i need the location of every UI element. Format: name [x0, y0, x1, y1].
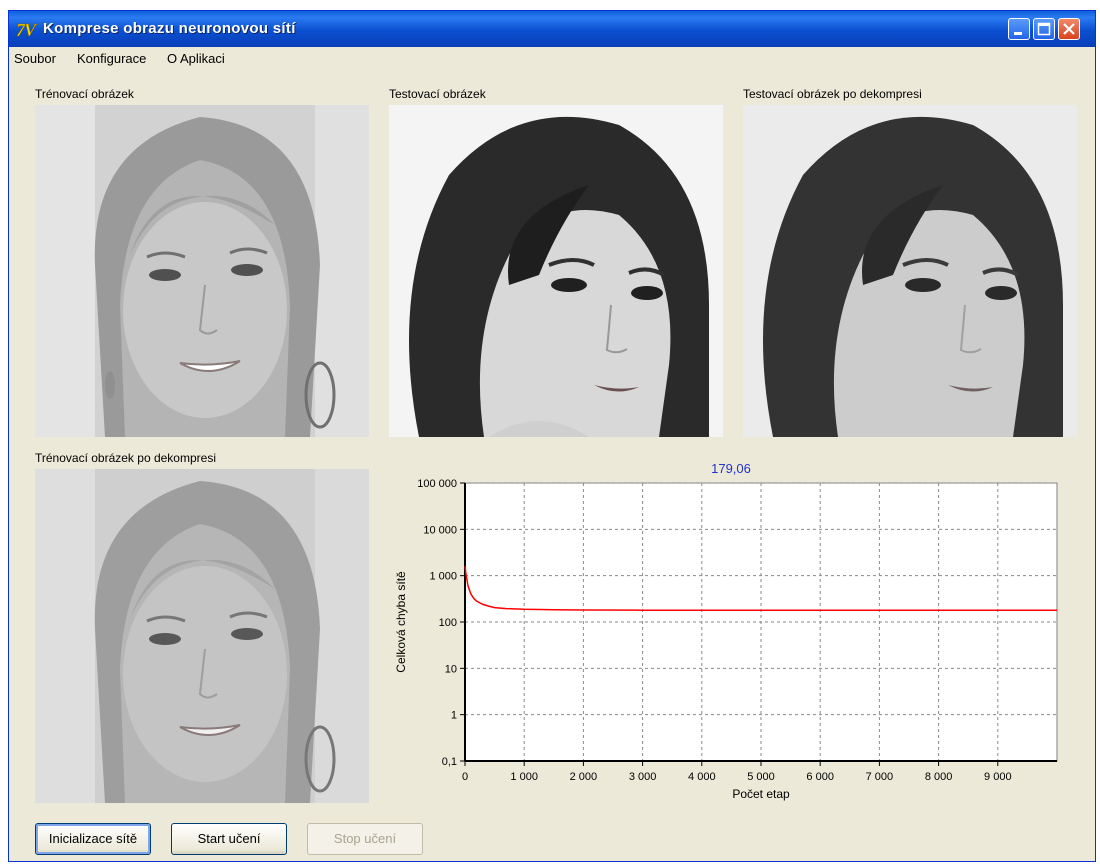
error-chart: 0 1 000 2 000 3 000 4 000 5 000 6 000 7 000 8 00…: [394, 461, 1058, 801]
x-tick-label: 2 000: [570, 771, 598, 783]
x-tick-label: 8 000: [925, 771, 953, 783]
y-axis-label: Celková chyba sítě: [394, 571, 408, 673]
x-axis-label: Počet etap: [732, 787, 790, 801]
app-window: 7 V Komprese obrazu neuronovou sítí Soub…: [8, 10, 1096, 862]
x-tick-label: 6 000: [806, 771, 834, 783]
y-tick-label: 0,1: [442, 756, 457, 768]
y-tick-label: 10 000: [423, 524, 457, 536]
chart-title: 179,06: [711, 461, 751, 476]
y-tick-label: 100: [439, 617, 457, 629]
x-tick-label: 9 000: [984, 771, 1012, 783]
x-tick-label: 5 000: [747, 771, 775, 783]
x-tick-label: 7 000: [866, 771, 894, 783]
init-network-button[interactable]: Inicializace sítě: [35, 823, 151, 855]
stop-learning-button[interactable]: Stop učení: [307, 823, 423, 855]
x-tick-label: 0: [462, 771, 468, 783]
y-tick-label: 1: [451, 710, 457, 722]
start-learning-button[interactable]: Start učení: [171, 823, 287, 855]
y-tick-label: 10: [445, 663, 457, 675]
y-tick-label: 1 000: [429, 571, 457, 583]
x-tick-label: 1 000: [510, 771, 538, 783]
x-tick-label: 3 000: [629, 771, 657, 783]
y-tick-label: 100 000: [417, 478, 457, 490]
x-tick-label: 4 000: [688, 771, 716, 783]
